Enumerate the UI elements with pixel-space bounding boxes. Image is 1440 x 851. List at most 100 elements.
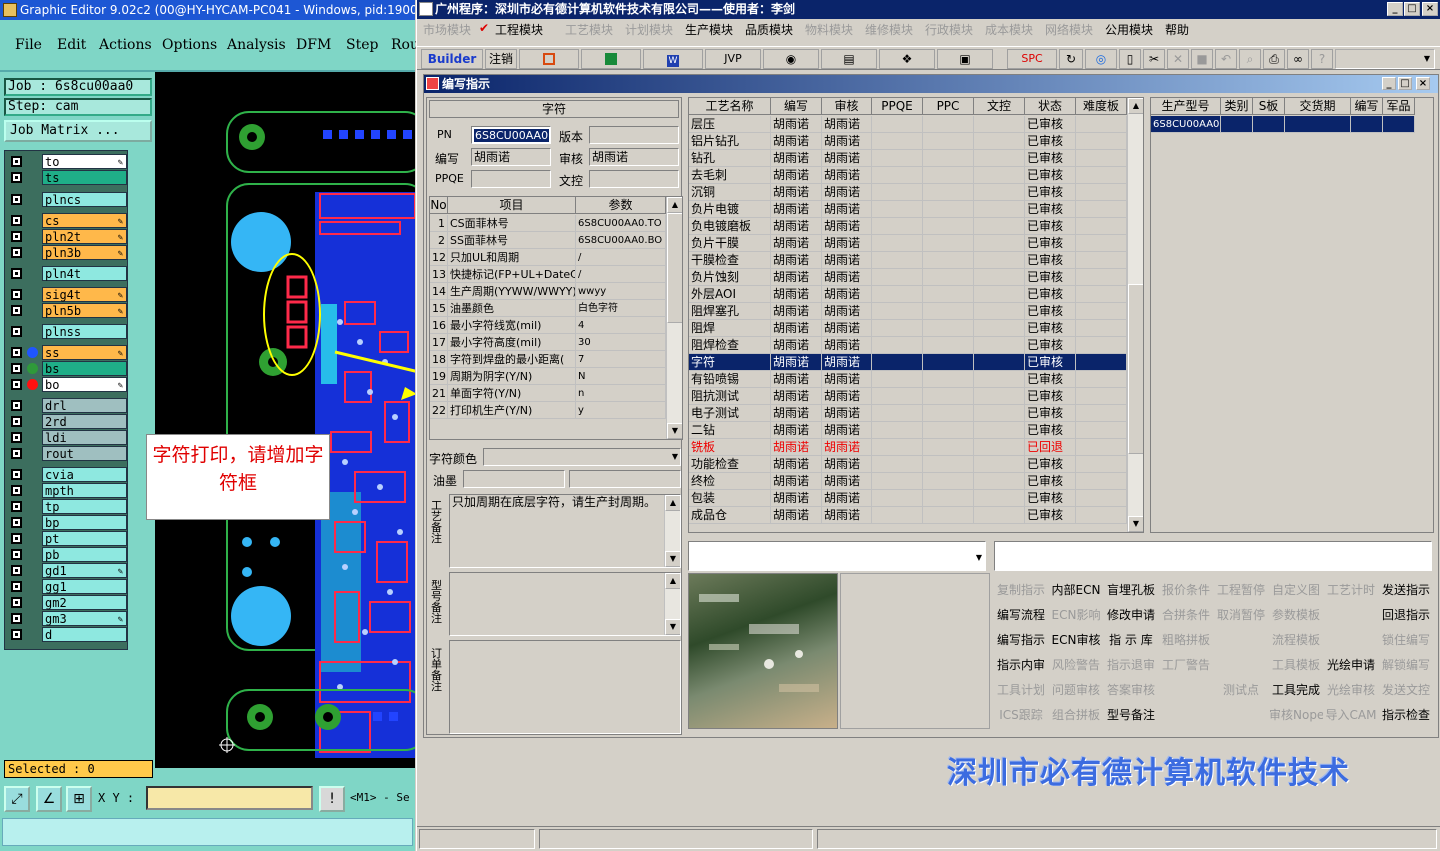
layer-checkbox[interactable]: [11, 581, 22, 592]
help-icon[interactable]: ?: [1311, 49, 1333, 69]
layer-row[interactable]: d: [7, 627, 127, 642]
layer-row[interactable]: gm3 ✎: [7, 611, 127, 626]
layer-name[interactable]: rout: [42, 446, 127, 461]
layer-row[interactable]: gg1: [7, 579, 127, 594]
layer-row[interactable]: pt: [7, 531, 127, 546]
version-input[interactable]: [589, 126, 679, 144]
doc-control-input[interactable]: [589, 170, 679, 188]
menu-module[interactable]: 计划模块: [625, 21, 673, 38]
measure-icon[interactable]: ∠: [36, 786, 62, 812]
layer-name[interactable]: bs: [42, 361, 127, 376]
layer-row[interactable]: sig4t ✎: [7, 287, 127, 302]
view-icon[interactable]: ◉: [763, 49, 819, 69]
process-row[interactable]: 负片蚀刻 胡雨诺 胡雨诺 已审核: [689, 269, 1127, 286]
grid-icon[interactable]: ⊞: [66, 786, 92, 812]
save-icon[interactable]: ■: [1191, 49, 1213, 69]
param-row[interactable]: 12 只加UL和周期 /: [430, 249, 666, 266]
process-row[interactable]: 字符 胡雨诺 胡雨诺 已审核: [689, 354, 1127, 371]
process-row[interactable]: 负电镀磨板 胡雨诺 胡雨诺 已审核: [689, 218, 1127, 235]
process-row[interactable]: 层压 胡雨诺 胡雨诺 已审核: [689, 116, 1127, 133]
layer-row[interactable]: ldi: [7, 430, 127, 445]
layer-checkbox[interactable]: [11, 363, 22, 374]
model-row[interactable]: 6S8CU00AA0: [1151, 116, 1415, 133]
action-button[interactable]: 指示退审: [1104, 654, 1158, 676]
scroll-down-icon[interactable]: ▼: [667, 423, 682, 439]
layer-checkbox[interactable]: [11, 565, 22, 576]
process-row[interactable]: 电子测试 胡雨诺 胡雨诺 已审核: [689, 405, 1127, 422]
scroll-thumb[interactable]: [1128, 284, 1143, 454]
action-button[interactable]: 自定义图: [1269, 579, 1323, 601]
action-button[interactable]: 审核Nope: [1269, 704, 1323, 726]
layer-checkbox[interactable]: [11, 247, 22, 258]
layer-checkbox[interactable]: [11, 156, 22, 167]
writer-input[interactable]: 胡雨诺: [471, 148, 551, 166]
model-grid[interactable]: 生产型号 类别 S板 交货期 编写 军品 6S8CU00AA0: [1150, 97, 1434, 533]
action-button[interactable]: 粗略拼板: [1159, 629, 1213, 651]
process-row[interactable]: 终检 胡雨诺 胡雨诺 已审核: [689, 473, 1127, 490]
menu-step[interactable]: Step: [346, 37, 378, 53]
xy-coordinate-input[interactable]: [146, 786, 313, 810]
layer-name[interactable]: cs ✎: [42, 213, 127, 228]
action-button[interactable]: 工程暂停: [1214, 579, 1268, 601]
layer-name[interactable]: bo ✎: [42, 377, 127, 392]
alert-icon[interactable]: !: [319, 786, 345, 812]
layer-checkbox[interactable]: [11, 347, 22, 358]
layer-checkbox[interactable]: [11, 231, 22, 242]
action-button[interactable]: 工厂警告: [1159, 654, 1213, 676]
maximize-button[interactable]: □: [1404, 2, 1420, 16]
menu-dfm[interactable]: DFM: [296, 37, 331, 53]
menu-module[interactable]: 公用模块: [1105, 21, 1153, 38]
preview-icon[interactable]: ⌕: [1239, 49, 1261, 69]
scroll-down-icon[interactable]: ▼: [665, 551, 680, 567]
layer-row[interactable]: plncs: [7, 192, 127, 207]
word-icon[interactable]: W: [643, 49, 703, 69]
close-button[interactable]: ×: [1422, 2, 1438, 16]
param-row[interactable]: 21 单面字符(Y/N) n: [430, 385, 666, 402]
menu-module[interactable]: 帮助: [1165, 21, 1189, 38]
menu-analysis[interactable]: Analysis: [227, 37, 286, 53]
layer-row[interactable]: ss ✎: [7, 345, 127, 360]
pn-input[interactable]: 6S8CU00AA0: [471, 126, 551, 144]
layer-name[interactable]: gm3 ✎: [42, 611, 127, 626]
layer-name[interactable]: pln4t: [42, 266, 127, 281]
layer-row[interactable]: drl: [7, 398, 127, 413]
zoom-fit-icon[interactable]: ⤢: [4, 786, 30, 812]
layer-checkbox[interactable]: [11, 305, 22, 316]
action-button[interactable]: 取消暂停: [1214, 604, 1268, 626]
process-row[interactable]: 有铅喷锡 胡雨诺 胡雨诺 已审核: [689, 371, 1127, 388]
param-row[interactable]: 17 最小字符高度(mil) 30: [430, 334, 666, 351]
layer-row[interactable]: pb: [7, 547, 127, 562]
layer-name[interactable]: 2rd: [42, 414, 127, 429]
builder-button[interactable]: Builder: [421, 49, 483, 69]
action-button[interactable]: 风险警告: [1049, 654, 1103, 676]
scroll-up-icon[interactable]: ▲: [667, 197, 682, 213]
param-scrollbar[interactable]: ▲ ▼: [666, 197, 682, 439]
process-row[interactable]: 外层AOI 胡雨诺 胡雨诺 已审核: [689, 286, 1127, 303]
action-button[interactable]: 复制指示: [994, 579, 1048, 601]
menu-actions[interactable]: Actions: [99, 37, 152, 53]
process-select[interactable]: ▼: [688, 541, 986, 571]
layer-name[interactable]: drl: [42, 398, 127, 413]
menu-module[interactable]: 成本模块: [985, 21, 1033, 38]
action-button[interactable]: ECN审核: [1049, 629, 1103, 651]
layer-checkbox[interactable]: [11, 597, 22, 608]
globe-icon[interactable]: ◎: [1085, 49, 1117, 69]
process-remark-input[interactable]: 只加周期在底层字符，请生产封周期。 ▲ ▼: [449, 494, 681, 568]
action-button[interactable]: 锁住编写: [1379, 629, 1433, 651]
minimize-button[interactable]: _: [1387, 2, 1403, 16]
layer-checkbox[interactable]: [11, 215, 22, 226]
layer-checkbox[interactable]: [11, 400, 22, 411]
action-button[interactable]: 编写指示: [994, 629, 1048, 651]
layer-name[interactable]: gd1 ✎: [42, 563, 127, 578]
action-button[interactable]: 问题审核: [1049, 679, 1103, 701]
pcb-canvas[interactable]: [155, 72, 415, 768]
layer-name[interactable]: mpth: [42, 483, 127, 498]
layer-row[interactable]: cvia: [7, 467, 127, 482]
layer-row[interactable]: pln5b ✎: [7, 303, 127, 318]
logout-button[interactable]: 注销: [485, 49, 517, 69]
layer-checkbox[interactable]: [11, 549, 22, 560]
model-remark-input[interactable]: ▲ ▼: [449, 572, 681, 636]
process-row[interactable]: 阻抗测试 胡雨诺 胡雨诺 已审核: [689, 388, 1127, 405]
layer-checkbox[interactable]: [11, 613, 22, 624]
param-row[interactable]: 16 最小字符线宽(mil) 4: [430, 317, 666, 334]
